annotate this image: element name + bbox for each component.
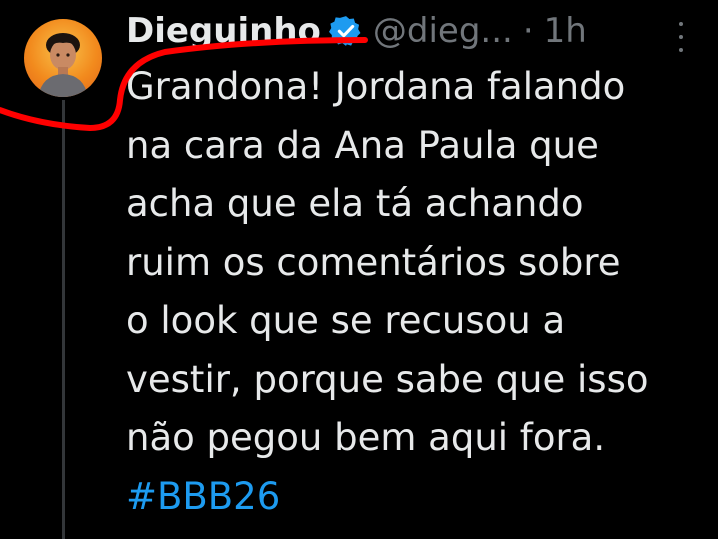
- tweet-line: não pegou bem aqui fora.: [126, 416, 606, 459]
- hashtag-link[interactable]: #BBB26: [126, 468, 706, 527]
- more-options-icon[interactable]: [671, 22, 691, 52]
- timestamp[interactable]: 1h: [544, 11, 587, 51]
- avatar[interactable]: [24, 19, 102, 97]
- verified-badge-icon: [328, 14, 363, 48]
- tweet-line: acha que ela tá achando: [126, 182, 584, 225]
- avatar-photo: [38, 33, 88, 97]
- tweet-header: Dieguinho @dieg... · 1h: [126, 6, 587, 56]
- tweet-text: Grandona! Jordana falando na cara da Ana…: [126, 58, 706, 526]
- user-handle[interactable]: @dieg...: [373, 11, 513, 51]
- tweet-line: vestir, porque sabe que isso: [126, 357, 649, 401]
- separator-dot: ·: [522, 11, 534, 51]
- display-name[interactable]: Dieguinho: [126, 11, 321, 51]
- tweet-line: o look que se recusou a: [126, 299, 566, 342]
- tweet-line: ruim os comentários sobre: [126, 240, 621, 284]
- thread-line: [62, 100, 65, 539]
- tweet-line: Grandona! Jordana falando: [126, 65, 626, 108]
- tweet-line: na cara da Ana Paula que: [126, 123, 599, 167]
